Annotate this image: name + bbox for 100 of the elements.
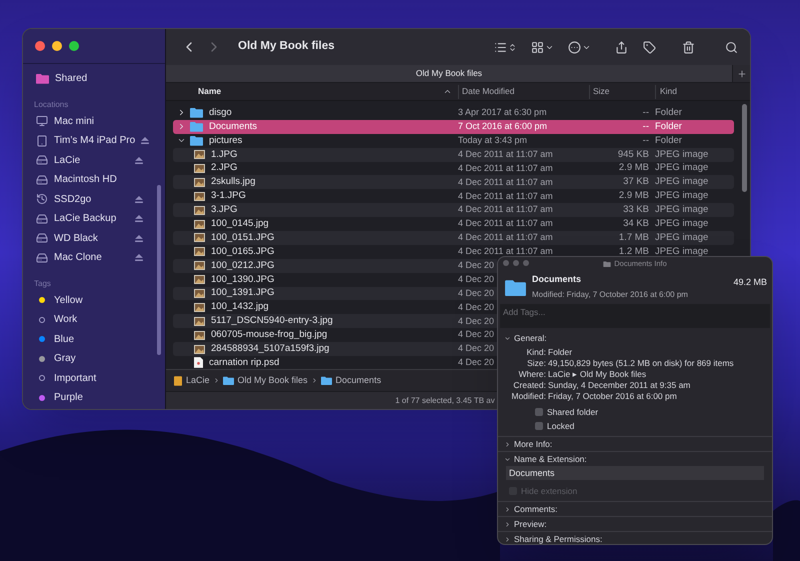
sidebar-item[interactable]: Macintosh HD — [23, 170, 165, 190]
sidebar-item[interactable]: Mac Clone — [23, 248, 165, 268]
file-row[interactable]: 284588934_5107a159f3.jpg 4 Dec 20 — [173, 342, 497, 356]
minimize-window-button[interactable] — [52, 41, 62, 51]
file-row[interactable]: 100_0151.JPG 4 Dec 2011 at 11:07 am 1.7 MB JPEG image — [173, 231, 734, 245]
scrollbar-thumb[interactable] — [157, 185, 161, 355]
disclosure-chevron-icon[interactable] — [504, 520, 511, 528]
eject-icon[interactable] — [141, 137, 150, 144]
info-label: Size: — [526, 358, 546, 369]
sidebar-item[interactable]: LaCie — [23, 150, 165, 170]
sidebar-item[interactable]: SSD2go — [23, 190, 165, 209]
disclosure-chevron-icon[interactable] — [504, 536, 511, 542]
date-cell-text: 4 Dec 2011 at 11:07 am — [458, 162, 554, 175]
search-icon[interactable] — [725, 40, 738, 54]
file-name: Documents — [209, 120, 258, 134]
file-row[interactable]: 1.JPG 4 Dec 2011 at 11:07 am 945 KB JPEG image — [173, 148, 734, 162]
file-row[interactable]: 3.JPG 4 Dec 2011 at 11:07 am 33 KB JPEG image — [173, 203, 734, 218]
sidebar-item[interactable]: Mac mini — [23, 112, 165, 131]
path-separator-icon — [212, 377, 220, 384]
eject-icon[interactable] — [135, 234, 143, 242]
file-row[interactable]: 100_0212.JPG 4 Dec 20 — [173, 258, 497, 273]
file-row[interactable]: 100_0145.jpg 4 Dec 2011 at 11:07 am 34 KB JPEG image — [173, 217, 734, 232]
tag-icon[interactable] — [643, 40, 656, 54]
section-header[interactable]: Name & Extension: — [498, 452, 772, 466]
file-row[interactable]: Documents 7 Oct 2016 at 6:00 pm -- Folder — [173, 120, 734, 134]
date-cell-text: 4 Dec 2011 at 11:07 am — [458, 203, 554, 216]
eject-icon[interactable] — [135, 215, 143, 222]
column-heading[interactable]: Kind — [655, 84, 750, 98]
zoom-window-button[interactable] — [69, 41, 79, 51]
share-icon[interactable] — [615, 40, 628, 54]
file-row[interactable]: 100_1391.JPG 4 Dec 20 — [173, 286, 497, 300]
folder-icon — [190, 121, 203, 132]
file-row[interactable]: 2.JPG 4 Dec 2011 at 11:07 am 2.9 MB JPEG image — [173, 162, 734, 176]
file-row[interactable]: 100_1390.JPG 4 Dec 20 — [173, 272, 497, 287]
file-row[interactable]: pictures Today at 3:43 pm -- Folder — [173, 134, 734, 148]
section-header[interactable]: Sharing & Permissions: — [498, 532, 772, 544]
eject-icon[interactable] — [135, 156, 143, 164]
file-row[interactable]: 3-1.JPG 4 Dec 2011 at 11:07 am 2.9 MB JPEG image — [173, 189, 734, 204]
sidebar-item[interactable]: Shared — [23, 69, 165, 88]
sidebar-item[interactable]: Purple — [23, 388, 165, 408]
scrollbar-thumb[interactable] — [742, 104, 747, 192]
sidebar-item[interactable]: WD Black — [23, 228, 165, 248]
group-button[interactable] — [531, 40, 554, 54]
column-heading[interactable]: Name — [173, 84, 458, 98]
close-window-button[interactable] — [35, 41, 45, 51]
sidebar-item[interactable]: Yellow — [23, 290, 165, 310]
file-row[interactable]: 100_0165.JPG 4 Dec 2011 at 11:07 am 1.2 MB JPEG image — [173, 244, 734, 259]
info-value: Folder — [548, 347, 574, 358]
status-text: 1 of 77 selected, 3.45 TB av — [395, 394, 495, 406]
section-header[interactable]: Preview: — [498, 517, 772, 531]
trash-icon[interactable] — [682, 40, 695, 54]
checkbox[interactable] — [535, 408, 543, 416]
sidebar-item-label: Important — [54, 372, 98, 386]
grid-icon — [531, 40, 544, 54]
disclosure-chevron-icon[interactable] — [504, 506, 511, 512]
sidebar-item-label: Purple — [54, 391, 84, 406]
file-row[interactable]: carnation rip.psd 4 Dec 20 — [173, 356, 497, 369]
file-row[interactable]: 100_1432.jpg 4 Dec 20 — [173, 300, 497, 314]
file-row[interactable]: 060705-mouse-frog_big.jpg 4 Dec 20 — [173, 328, 497, 342]
info-value: LaCie ▸ Old My Book files — [548, 369, 648, 380]
sidebar-item[interactable]: Gray — [23, 349, 165, 368]
image-thumbnail-icon — [194, 233, 205, 242]
size-cell-text: 34 KB — [623, 216, 649, 231]
disclosure-chevron-icon[interactable] — [504, 334, 511, 342]
list-view-button[interactable] — [494, 40, 517, 54]
clock-icon — [36, 193, 48, 206]
checkbox-label: Hide extension — [521, 484, 578, 498]
disclosure-chevron-icon[interactable] — [504, 440, 511, 448]
checkbox[interactable] — [535, 422, 543, 430]
section-header[interactable]: Comments: — [498, 502, 772, 516]
path-item[interactable]: Old My Book files — [222, 374, 308, 388]
sidebar-item[interactable]: Blue — [23, 330, 165, 349]
file-row[interactable]: 5117_DSCN5940-entry-3.jpg 4 Dec 20 — [173, 314, 497, 328]
path-item[interactable]: LaCie — [174, 374, 210, 388]
drive-icon — [36, 232, 48, 244]
sidebar-item-label: Tim’s M4 iPad Pro — [54, 134, 136, 148]
column-heading[interactable]: Date Modified — [458, 84, 589, 98]
sidebar-item[interactable]: LaCie Backup — [23, 209, 165, 228]
more-actions-button[interactable] — [568, 40, 591, 54]
section-header[interactable]: General: — [498, 331, 772, 345]
kind-cell-text: JPEG image — [655, 148, 708, 162]
disclosure-chevron-icon[interactable] — [504, 456, 511, 462]
image-thumbnail-icon — [194, 164, 205, 174]
disclosure-chevron-icon[interactable] — [177, 108, 186, 118]
sidebar-item[interactable]: Work — [23, 310, 165, 330]
file-row[interactable]: disgo 3 Apr 2017 at 6:30 pm -- Folder — [173, 106, 734, 120]
file-name: 1.JPG — [211, 148, 238, 162]
date-cell-text: 7 Oct 2016 at 6:00 pm — [458, 120, 548, 134]
path-item[interactable]: Documents — [320, 374, 382, 388]
sidebar-item[interactable]: Important — [23, 368, 165, 388]
tablet-icon — [36, 134, 48, 147]
sidebar-item[interactable]: Tim’s M4 iPad Pro — [23, 131, 165, 150]
file-row[interactable]: 2skulls.jpg 4 Dec 2011 at 11:07 am 37 KB JPEG image — [173, 175, 734, 190]
eject-icon[interactable] — [135, 254, 143, 262]
tags-field[interactable]: Add Tags... — [500, 304, 770, 328]
new-tab-button[interactable] — [732, 65, 750, 82]
eject-icon[interactable] — [135, 196, 143, 203]
column-heading[interactable]: Size — [589, 84, 655, 98]
name-field[interactable]: Documents — [506, 466, 764, 480]
section-header[interactable]: More Info: — [498, 437, 772, 451]
